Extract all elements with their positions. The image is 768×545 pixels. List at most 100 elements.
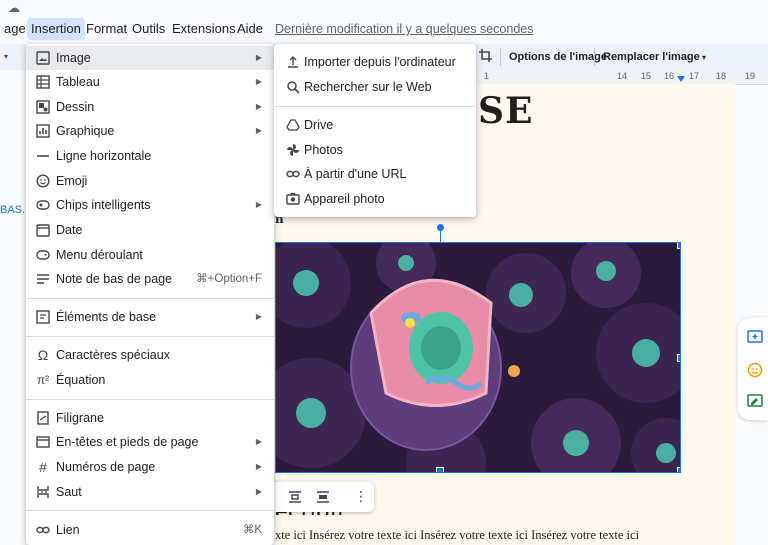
ruler-number: 14: [617, 71, 628, 81]
menu-item-dessin[interactable]: Dessin ▶: [26, 95, 274, 119]
image-floating-toolbar: ⋮: [262, 482, 374, 512]
horizontal-line-icon: [36, 149, 50, 163]
submenu-item-label: Appareil photo: [304, 192, 385, 206]
menu-item-en-tetes-pieds[interactable]: En-têtes et pieds de page ▶: [26, 430, 274, 454]
crop-icon[interactable]: [478, 48, 494, 64]
menu-item-graphique[interactable]: Graphique ▶: [26, 119, 274, 143]
menu-item-menu-deroulant[interactable]: Menu déroulant: [26, 243, 274, 267]
outline-area: [0, 70, 26, 545]
hash-icon: #: [39, 459, 47, 475]
menu-item-filigrane[interactable]: Filigrane: [26, 406, 274, 430]
menu-aide[interactable]: Aide: [233, 18, 267, 40]
insertion-menu: Image ▶ Tableau ▶ Dessin ▶ Graphique ▶ L…: [26, 44, 274, 545]
shortcut-label: ⌘+Option+F: [196, 273, 262, 285]
wrap-text-icon[interactable]: [288, 490, 302, 504]
submenu-item-importer[interactable]: Importer depuis l'ordinateur: [274, 50, 476, 74]
shortcut-label: ⌘K: [242, 524, 262, 536]
menu-item-label: Lien: [56, 523, 80, 537]
document-body-text: xte ici Insérez votre texte ici Insérez …: [275, 528, 640, 542]
photos-icon: [286, 143, 300, 157]
drive-icon: [286, 118, 300, 132]
menu-item-label: Numéros de page: [56, 460, 156, 474]
submenu-arrow-icon: ▶: [255, 437, 262, 446]
menu-item-equation[interactable]: π² Équation: [26, 368, 274, 392]
menu-item-lien[interactable]: Lien ⌘K: [26, 518, 274, 542]
side-actions-panel: [738, 318, 768, 420]
menu-item-label: Emoji: [56, 174, 88, 188]
menu-separator: [26, 510, 274, 511]
toolbar-dropdown-icon[interactable]: ▾: [4, 52, 8, 61]
menu-item-label: Équation: [56, 373, 106, 387]
right-indent-marker[interactable]: [677, 76, 685, 82]
menu-separator: [274, 106, 476, 107]
document-heading: SE: [478, 90, 534, 132]
menu-item-numeros-de-page[interactable]: # Numéros de page ▶: [26, 455, 274, 479]
watermark-icon: [36, 411, 50, 425]
camera-icon: [286, 192, 300, 206]
submenu-item-photos[interactable]: Photos: [274, 138, 476, 162]
resize-handle[interactable]: [436, 467, 444, 472]
submenu-arrow-icon: ▶: [255, 53, 262, 62]
resize-handle[interactable]: [677, 467, 680, 472]
table-icon: [36, 75, 50, 89]
submenu-item-rechercher[interactable]: Rechercher sur le Web: [274, 75, 476, 99]
menu-item-emoji[interactable]: Emoji: [26, 169, 274, 193]
header-footer-icon: [36, 435, 50, 449]
menu-item-label: Chips intelligents: [56, 198, 151, 212]
menu-item-elements-de-base[interactable]: Éléments de base ▶: [26, 305, 274, 329]
menu-item-label: Image: [56, 51, 91, 65]
replace-image-label: Remplacer l'image: [603, 51, 700, 63]
resize-handle[interactable]: [677, 354, 680, 362]
cell-illustration-image[interactable]: [275, 242, 681, 473]
equation-icon: π²: [36, 373, 50, 387]
menu-item-label: Dessin: [56, 100, 95, 114]
menu-outils[interactable]: Outils: [128, 18, 169, 40]
break-text-icon[interactable]: [316, 490, 330, 504]
menu-item-caracteres-speciaux[interactable]: Ω Caractères spéciaux: [26, 343, 274, 367]
menu-separator: [26, 298, 274, 299]
menu-item-chips-intelligents[interactable]: Chips intelligents ▶: [26, 193, 274, 217]
submenu-arrow-icon: ▶: [255, 462, 262, 471]
menu-extensions[interactable]: Extensions: [168, 18, 240, 40]
menu-item-tableau[interactable]: Tableau ▶: [26, 70, 274, 94]
image-options-button[interactable]: Options de l'image: [509, 44, 607, 70]
drawing-icon: [36, 100, 50, 114]
menu-item-label: Ligne horizontale: [56, 149, 152, 163]
menu-item-label: Caractères spéciaux: [56, 348, 170, 362]
submenu-item-camera[interactable]: Appareil photo: [274, 187, 476, 211]
submenu-item-drive[interactable]: Drive: [274, 113, 476, 137]
menu-format[interactable]: Format: [82, 18, 131, 40]
submenu-item-url[interactable]: À partir d'une URL: [274, 162, 476, 186]
suggest-edits-icon[interactable]: [747, 394, 763, 410]
emoji-reaction-icon[interactable]: [747, 362, 763, 378]
menu-item-note-de-bas-de-page[interactable]: Note de bas de page ⌘+Option+F: [26, 267, 274, 291]
menu-item-label: Tableau: [56, 75, 100, 89]
image-submenu: Importer depuis l'ordinateur Rechercher …: [274, 44, 476, 217]
add-comment-icon[interactable]: [747, 330, 763, 346]
rotate-handle[interactable]: [437, 224, 444, 231]
replace-image-button[interactable]: Remplacer l'image ▾: [603, 44, 706, 70]
toolbar-divider: [500, 48, 501, 66]
menu-item-image[interactable]: Image ▶: [26, 46, 274, 70]
menu-item-saut[interactable]: Saut ▶: [26, 480, 274, 504]
menu-insertion[interactable]: Insertion: [27, 18, 85, 40]
ruler-number: 19: [745, 71, 756, 81]
menu-item-date[interactable]: Date: [26, 218, 274, 242]
resize-handle[interactable]: [677, 243, 680, 249]
building-blocks-icon: [36, 310, 50, 324]
omega-icon: Ω: [37, 347, 49, 363]
footnote-icon: [36, 272, 50, 286]
cloud-saved-icon[interactable]: ☁: [8, 2, 22, 14]
upload-icon: [286, 55, 300, 69]
chevron-down-icon: ▾: [699, 53, 707, 62]
last-modified-link[interactable]: Dernière modification il y a quelques se…: [275, 18, 533, 40]
menu-item-ligne-horizontale[interactable]: Ligne horizontale: [26, 144, 274, 168]
menu-image[interactable]: age: [0, 18, 30, 40]
submenu-arrow-icon: ▶: [255, 126, 262, 135]
cell-illustration: [276, 243, 680, 472]
ruler-number: 18: [716, 71, 727, 81]
ruler-number: 15: [641, 71, 652, 81]
submenu-arrow-icon: ▶: [255, 102, 262, 111]
break-icon: [36, 485, 50, 499]
more-options-icon[interactable]: ⋮: [354, 489, 368, 503]
